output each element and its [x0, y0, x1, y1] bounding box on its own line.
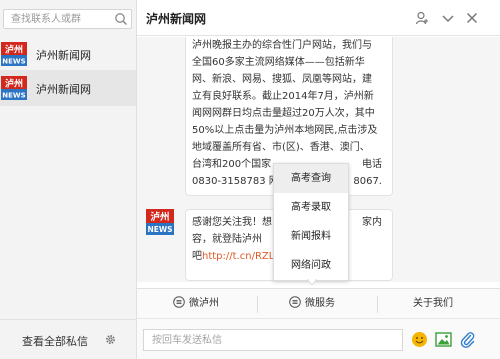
- divider: [377, 296, 378, 313]
- avatar: 泸州 NEWS: [146, 209, 174, 235]
- avatar-text-bottom: NEWS: [2, 58, 25, 66]
- avatar: 泸州 NEWS: [1, 76, 27, 100]
- search-input[interactable]: [4, 10, 112, 28]
- composer: [137, 318, 500, 359]
- view-all-messages-link[interactable]: 查看全部私信: [22, 333, 88, 349]
- chat-header: 泸州新闻网: [137, 0, 500, 36]
- avatar: 泸州 NEWS: [1, 42, 27, 66]
- message-line-tail: 8067.: [353, 176, 382, 187]
- custom-menu-bar: 微泸州 微服务 关于我们: [137, 288, 500, 318]
- message-line: 闻网网群日均点击量超过20万人次，其中: [192, 108, 375, 119]
- menu-tab-label: 微服务: [305, 298, 335, 309]
- message-line-tail: 家内: [362, 217, 382, 228]
- message-line: 网、新浪、网易、搜狐、凤凰等网站，建: [192, 74, 372, 85]
- menu-tab-label: 微泸州: [189, 298, 219, 309]
- avatar-text-top: 泸州: [5, 78, 23, 90]
- user-profile-icon[interactable]: [415, 11, 429, 25]
- emoji-icon[interactable]: [411, 331, 428, 348]
- service-popup-menu: 高考查询 高考录取 新闻报料 网络问政: [273, 163, 349, 281]
- message-line-text: 台湾和200个国家: [192, 159, 272, 170]
- avatar-text-top: 泸州: [150, 211, 169, 223]
- menu-tab-label: 关于我们: [413, 298, 453, 309]
- avatar-text-bottom: NEWS: [147, 225, 172, 234]
- menu-lines-icon: [173, 296, 185, 308]
- conversation-name: 泸州新闻网: [36, 49, 91, 62]
- menu-item-gaokao-admission[interactable]: 高考录取: [274, 193, 348, 222]
- close-icon[interactable]: [465, 11, 479, 25]
- message-line: 立有良好联系。截止2014年7月，泸州新: [192, 91, 374, 102]
- conversation-item[interactable]: 泸州 NEWS 泸州新闻网: [0, 36, 136, 72]
- menu-item-gaokao-query[interactable]: 高考查询: [274, 164, 348, 193]
- gear-icon[interactable]: [104, 333, 117, 346]
- menu-tab-about-us[interactable]: 关于我们: [413, 289, 453, 319]
- message-line-text: 吧: [192, 251, 202, 262]
- message-line: 50%以上点击量为泸州本地网民,点击涉及: [192, 125, 378, 136]
- avatar-text-bottom: NEWS: [2, 92, 25, 100]
- menu-pointer: [307, 279, 317, 285]
- menu-item-news-tip[interactable]: 新闻报料: [274, 222, 348, 251]
- message-line: 地域覆盖所有省、市(区)、香港、澳门、: [192, 142, 370, 153]
- divider: [257, 296, 258, 313]
- page-title: 泸州新闻网: [146, 12, 207, 26]
- message-line-text: 感谢您关注我！想: [192, 217, 272, 228]
- avatar-text-top: 泸州: [5, 44, 23, 56]
- menu-tab-wei-luzhou[interactable]: 微泸州: [173, 289, 219, 319]
- conversation-name: 泸州新闻网: [36, 83, 91, 96]
- message-line-text: 0830-3158783 网: [192, 176, 279, 187]
- menu-tab-wei-service[interactable]: 微服务: [289, 289, 335, 319]
- sidebar-footer: 查看全部私信: [0, 319, 136, 359]
- search-box: [3, 9, 132, 29]
- message-input[interactable]: [143, 329, 403, 351]
- search-icon[interactable]: [114, 12, 128, 26]
- menu-lines-icon: [289, 296, 301, 308]
- message-line-tail: 电话: [362, 159, 382, 170]
- message-link[interactable]: http://t.cn/RZL(: [202, 251, 278, 262]
- message-line: 泸州晚报主办的综合性门户网站，我们与: [192, 40, 372, 51]
- attachment-icon[interactable]: [459, 331, 476, 348]
- conversation-sidebar: 泸州 NEWS 泸州新闻网 泸州 NEWS 泸州新闻网 查看全部私信: [0, 0, 137, 359]
- conversation-item-selected[interactable]: 泸州 NEWS 泸州新闻网: [0, 70, 136, 106]
- menu-item-online-inquiry[interactable]: 网络问政: [274, 251, 348, 280]
- message-line: 全国60多家主流网络媒体——包括新华: [192, 57, 365, 68]
- image-icon[interactable]: [435, 331, 452, 348]
- chevron-down-icon[interactable]: [441, 11, 455, 25]
